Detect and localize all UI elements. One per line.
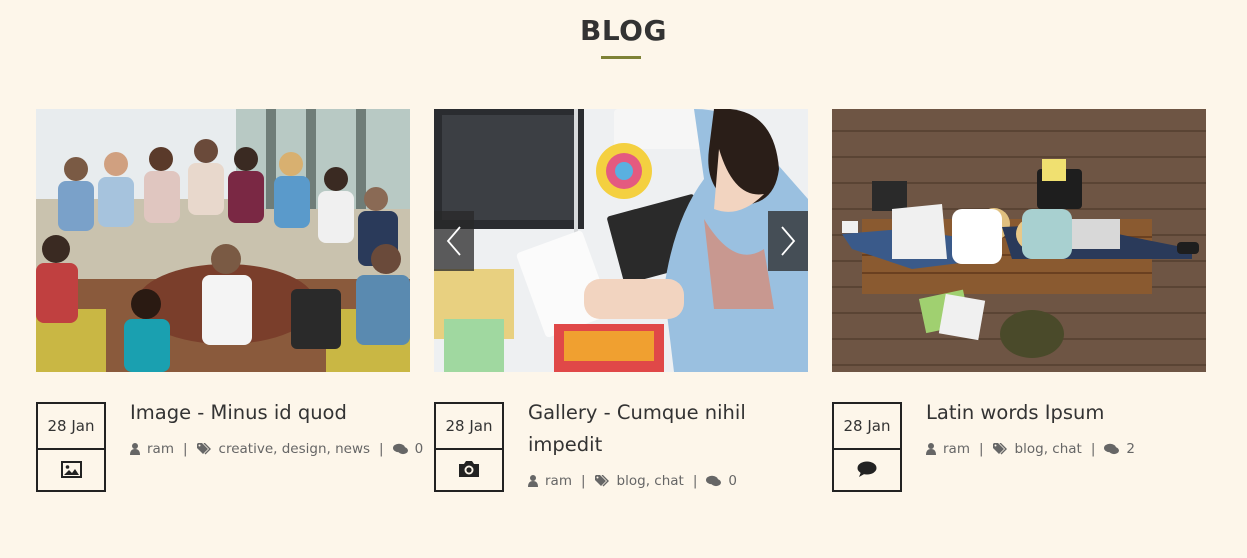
- tags-icon: [594, 475, 610, 487]
- post-thumbnail[interactable]: [36, 109, 410, 372]
- post-date-box: 28 Jan: [434, 402, 504, 492]
- tags-icon: [992, 443, 1008, 455]
- meta-separator: |: [580, 473, 586, 489]
- post-date: 28 Jan: [47, 417, 95, 435]
- comments-icon: [1104, 443, 1120, 455]
- post-author-link[interactable]: ram: [147, 441, 174, 457]
- post-comment-count[interactable]: 2: [1126, 441, 1135, 457]
- user-icon: [528, 475, 538, 487]
- post-date: 28 Jan: [843, 417, 891, 435]
- blog-card: 28 Jan Image - Minus id quod ram | creat…: [36, 109, 423, 492]
- blog-card: 28 Jan Gallery - Cumque nihil impedit ra…: [434, 109, 808, 492]
- carousel-prev-button[interactable]: [434, 211, 474, 271]
- image-icon: [60, 460, 82, 482]
- user-icon: [130, 443, 140, 455]
- post-title-link[interactable]: Gallery - Cumque nihil impedit: [528, 397, 808, 461]
- meta-separator: |: [182, 441, 188, 457]
- post-title-link[interactable]: Latin words Ipsum: [926, 397, 1206, 429]
- post-date-box: 28 Jan: [832, 402, 902, 492]
- post-meta: ram | creative, design, news | 0: [130, 441, 423, 457]
- post-thumbnail[interactable]: [434, 109, 808, 372]
- carousel-next-button[interactable]: [768, 211, 808, 271]
- meta-separator: |: [692, 473, 698, 489]
- post-author-link[interactable]: ram: [943, 441, 970, 457]
- camera-icon: [458, 460, 480, 482]
- post-comment-count[interactable]: 0: [415, 441, 424, 457]
- post-date-box: 28 Jan: [36, 402, 106, 492]
- title-underline: [601, 56, 641, 59]
- post-tags-link[interactable]: blog, chat: [1015, 441, 1082, 457]
- post-author-link[interactable]: ram: [545, 473, 572, 489]
- section-title: BLOG: [580, 14, 667, 47]
- post-title-link[interactable]: Image - Minus id quod: [130, 397, 410, 429]
- post-tags-link[interactable]: blog, chat: [617, 473, 684, 489]
- post-tags-link[interactable]: creative, design, news: [219, 441, 370, 457]
- speech-bubble-icon: [857, 461, 877, 482]
- user-icon: [926, 443, 936, 455]
- comments-icon: [706, 475, 722, 487]
- meta-separator: |: [379, 441, 384, 457]
- post-meta: ram | blog, chat | 2: [926, 441, 1135, 457]
- post-date: 28 Jan: [445, 417, 493, 435]
- post-thumbnail[interactable]: [832, 109, 1206, 372]
- tags-icon: [196, 443, 212, 455]
- post-meta: ram | blog, chat | 0: [528, 473, 737, 489]
- post-comment-count[interactable]: 0: [728, 473, 737, 489]
- meta-separator: |: [978, 441, 984, 457]
- blog-card: 28 Jan Latin words Ipsum ram | blog, cha…: [832, 109, 1206, 492]
- comments-icon: [392, 443, 408, 455]
- meta-separator: |: [1090, 441, 1096, 457]
